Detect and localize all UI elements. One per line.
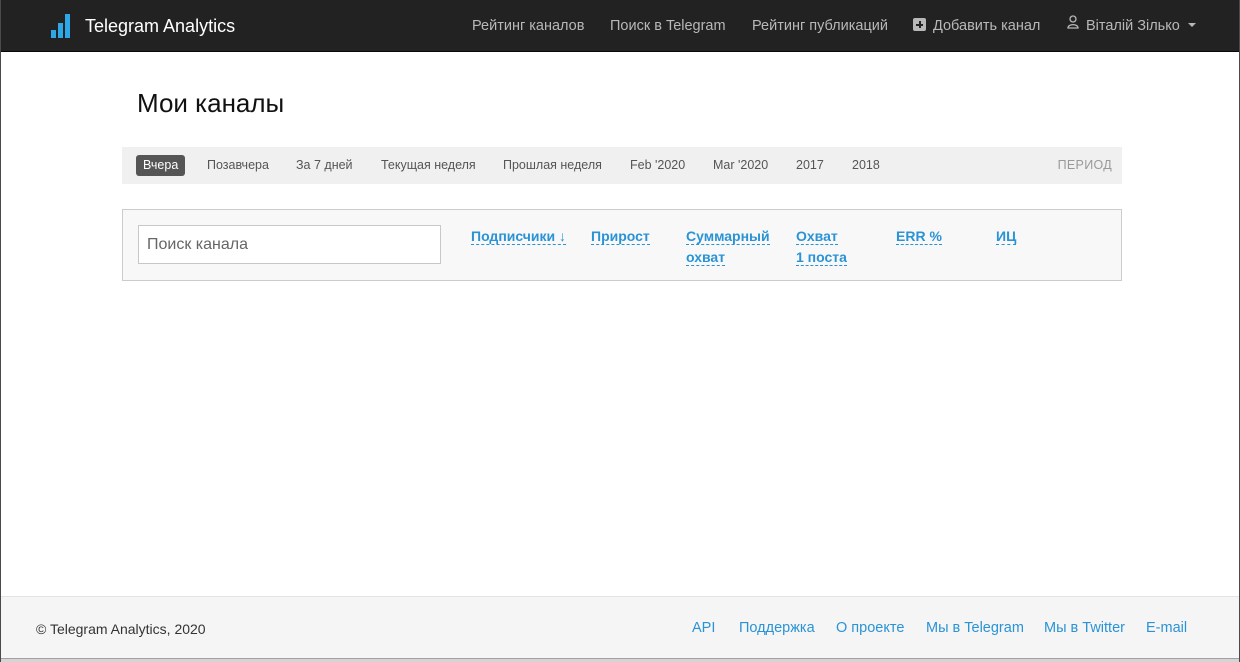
- period-mar-2020[interactable]: Mar '2020: [706, 155, 775, 176]
- channel-filter-panel: Подписчики ↓ Прирост Суммарный охват Охв…: [122, 209, 1122, 281]
- nav-publications-rating[interactable]: Рейтинг публикаций: [752, 0, 888, 52]
- period-last-week[interactable]: Прошлая неделя: [496, 155, 609, 176]
- sort-total-reach-line2: охват: [686, 249, 726, 266]
- nav-user-menu[interactable]: Віталій Зілько: [1067, 0, 1196, 52]
- nav-publications-rating-label: Рейтинг публикаций: [752, 18, 888, 34]
- sort-post-reach[interactable]: Охват 1 поста: [796, 226, 847, 268]
- page-footer: © Telegram Analytics, 2020 API Поддержка…: [1, 596, 1239, 662]
- nav-channel-rating[interactable]: Рейтинг каналов: [472, 0, 584, 52]
- period-2018[interactable]: 2018: [845, 155, 887, 176]
- period-yesterday[interactable]: Вчера: [136, 155, 186, 176]
- period-last-7-days[interactable]: За 7 дней: [289, 155, 360, 176]
- sort-subscribers-label: Подписчики ↓: [471, 228, 567, 245]
- sort-post-reach-line2: 1 поста: [796, 249, 847, 266]
- period-current-week[interactable]: Текущая неделя: [374, 155, 483, 176]
- sort-growth-label: Прирост: [591, 228, 650, 245]
- sort-total-reach-line1: Суммарный: [686, 228, 770, 245]
- period-day-before-yesterday[interactable]: Позавчера: [200, 155, 276, 176]
- period-feb-2020[interactable]: Feb '2020: [623, 155, 692, 176]
- footer-link-twitter[interactable]: Мы в Twitter: [1044, 620, 1125, 636]
- nav-telegram-search[interactable]: Поиск в Telegram: [610, 0, 726, 52]
- footer-link-about[interactable]: О проекте: [836, 620, 904, 636]
- nav-telegram-search-label: Поиск в Telegram: [610, 18, 726, 34]
- period-2017[interactable]: 2017: [789, 155, 831, 176]
- os-taskbar-edge: [1, 658, 1239, 662]
- sort-growth[interactable]: Прирост: [591, 226, 650, 247]
- sort-subscribers[interactable]: Подписчики ↓: [471, 226, 567, 247]
- sort-total-reach[interactable]: Суммарный охват: [686, 226, 770, 268]
- nav-channel-rating-label: Рейтинг каналов: [472, 18, 585, 34]
- period-custom-link[interactable]: ПЕРИОД: [1058, 155, 1112, 176]
- nav-links: Рейтинг каналов Поиск в Telegram Рейтинг…: [1, 0, 1239, 52]
- channel-search-input[interactable]: [138, 225, 441, 264]
- sort-err[interactable]: ERR %: [896, 226, 942, 247]
- sort-err-label: ERR %: [896, 228, 942, 245]
- top-navbar: Telegram Analytics Рейтинг каналов Поиск…: [1, 0, 1239, 52]
- user-icon: [1067, 0, 1079, 51]
- app-window: Telegram Analytics Рейтинг каналов Поиск…: [0, 0, 1240, 662]
- page-title: Мои каналы: [137, 88, 285, 118]
- plus-square-icon: [913, 18, 926, 32]
- sort-citation-index-label: ИЦ: [996, 228, 1017, 245]
- sort-post-reach-line1: Охват: [796, 228, 838, 245]
- caret-down-icon: [1187, 23, 1196, 28]
- footer-link-support[interactable]: Поддержка: [739, 620, 815, 636]
- footer-link-email[interactable]: E-mail: [1146, 620, 1187, 636]
- sort-citation-index[interactable]: ИЦ: [996, 226, 1017, 247]
- footer-link-api[interactable]: API: [692, 620, 715, 636]
- footer-link-telegram[interactable]: Мы в Telegram: [926, 620, 1024, 636]
- copyright-text: © Telegram Analytics, 2020: [36, 621, 206, 637]
- nav-user-name: Віталій Зілько: [1086, 18, 1180, 34]
- period-filter-bar: Вчера Позавчера За 7 дней Текущая неделя…: [122, 147, 1122, 184]
- nav-add-channel-label: Добавить канал: [933, 18, 1041, 34]
- nav-add-channel[interactable]: Добавить канал: [913, 0, 1040, 52]
